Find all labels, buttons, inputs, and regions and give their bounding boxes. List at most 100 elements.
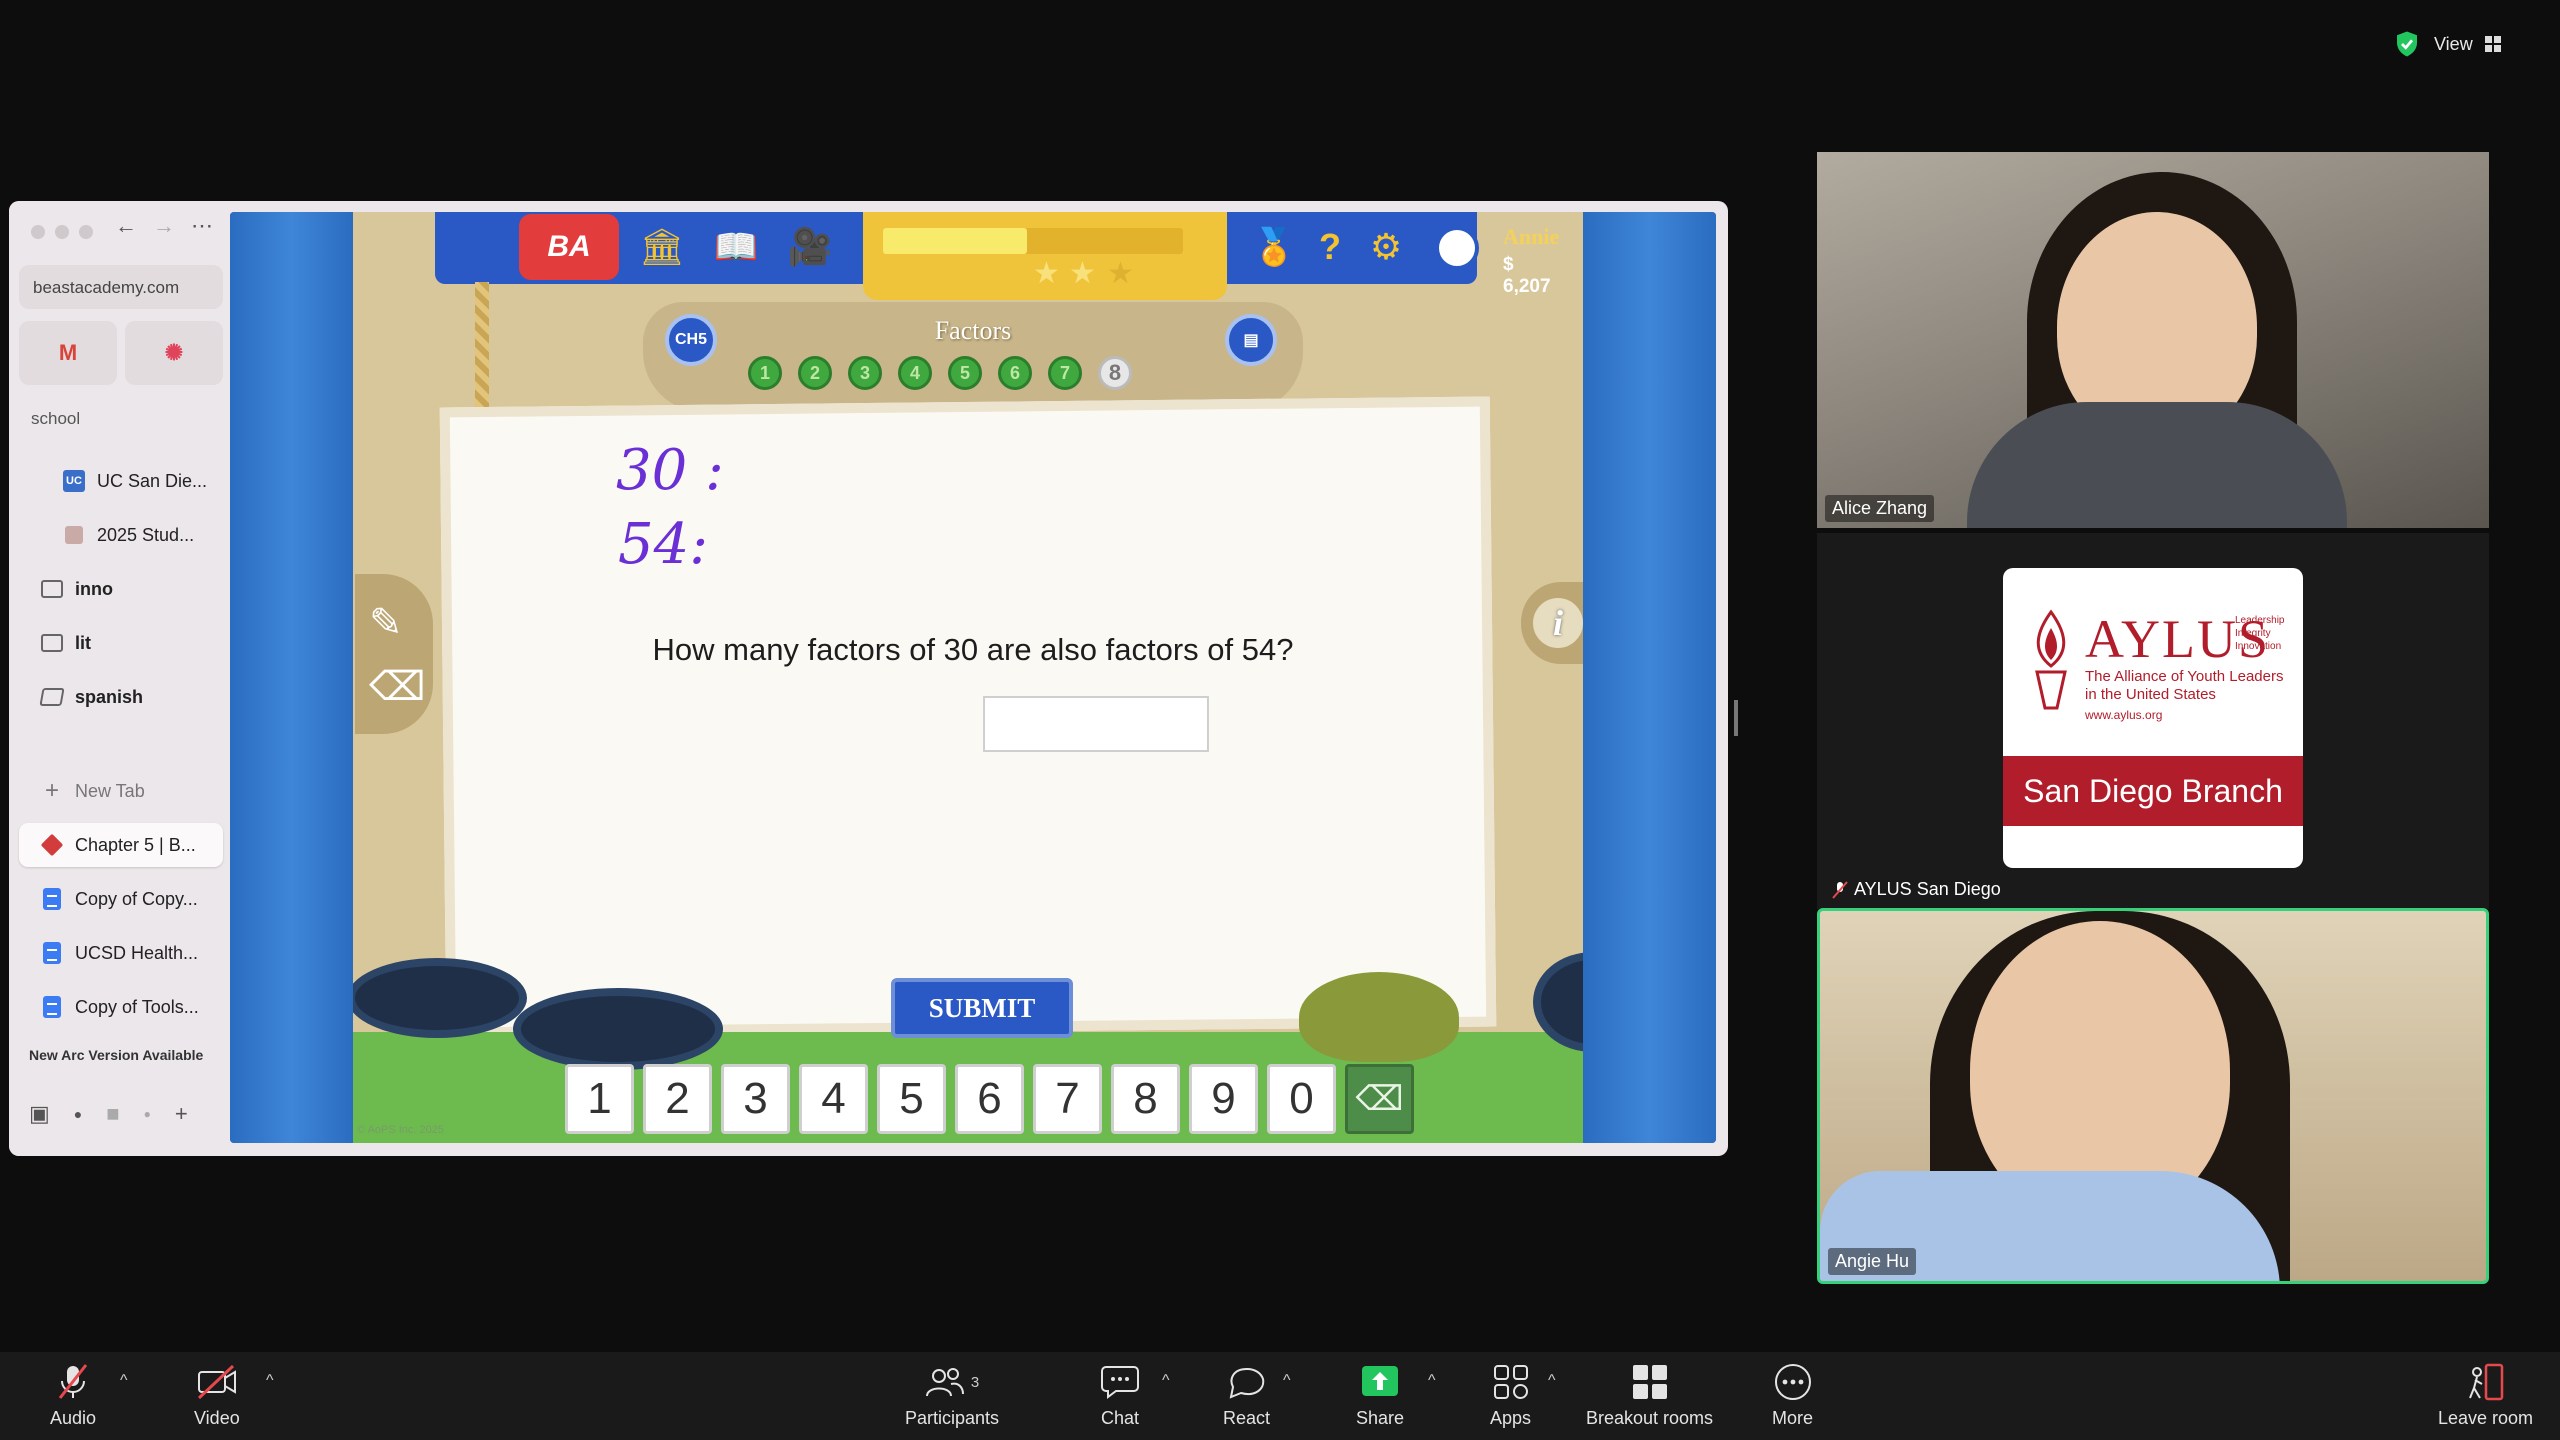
- keypad-key[interactable]: 3: [721, 1064, 790, 1134]
- keypad-key[interactable]: 7: [1033, 1064, 1102, 1134]
- tire-decoration: [513, 988, 723, 1070]
- eraser-icon[interactable]: ⌫: [369, 664, 426, 710]
- number-keypad: 1 2 3 4 5 6 7 8 9 0 ⌫: [565, 1064, 1414, 1134]
- chat-bubble-icon: [1100, 1362, 1140, 1402]
- keypad-key[interactable]: 8: [1111, 1064, 1180, 1134]
- user-name[interactable]: Annie: [1503, 224, 1559, 250]
- folder-inno[interactable]: inno: [19, 567, 223, 611]
- level-dot[interactable]: 5: [948, 356, 982, 390]
- grid-icon: [2484, 36, 2501, 52]
- window-minimize-dot[interactable]: [55, 225, 69, 239]
- keypad-key[interactable]: 2: [643, 1064, 712, 1134]
- video-camera-icon[interactable]: 🎥: [788, 226, 833, 268]
- level-dot[interactable]: 7: [1048, 356, 1082, 390]
- keypad-key[interactable]: 4: [799, 1064, 868, 1134]
- pinned-app-tab[interactable]: ✺: [125, 321, 223, 385]
- folder-lit[interactable]: lit: [19, 621, 223, 665]
- plus-icon: +: [44, 777, 59, 804]
- participants-button[interactable]: 3 Participants: [905, 1362, 999, 1429]
- video-tile-angie[interactable]: Angie Hu: [1817, 908, 2489, 1284]
- lesson-plaque: CH5 Factors 12345678 ▤: [643, 302, 1303, 412]
- level-dot[interactable]: 6: [998, 356, 1032, 390]
- breakout-rooms-button[interactable]: Breakout rooms: [1586, 1362, 1713, 1429]
- more-dots-icon[interactable]: ⋯: [191, 213, 213, 239]
- heart-bubble-icon: [1227, 1362, 1267, 1402]
- submit-button[interactable]: SUBMIT: [891, 978, 1073, 1038]
- participant-name-row: AYLUS San Diego: [1825, 876, 2008, 903]
- google-docs-icon: [41, 888, 63, 910]
- keypad-key[interactable]: 9: [1189, 1064, 1258, 1134]
- keypad-key[interactable]: 6: [955, 1064, 1024, 1134]
- level-dot[interactable]: 1: [748, 356, 782, 390]
- keypad-key[interactable]: 5: [877, 1064, 946, 1134]
- tab-uc-san-diego[interactable]: UC UC San Die...: [19, 459, 223, 503]
- space-folder-icon[interactable]: ■: [106, 1101, 119, 1127]
- chat-caret-icon[interactable]: ^: [1162, 1372, 1170, 1390]
- new-tab-button[interactable]: + New Tab: [19, 769, 223, 813]
- tab-chapter-5[interactable]: Chapter 5 | B...: [19, 823, 223, 867]
- video-tile-aylus[interactable]: AYLUS Leadership Integrity Innovation Th…: [1817, 533, 2489, 909]
- tab-2025-stud[interactable]: 2025 Stud...: [19, 513, 223, 557]
- more-dots-icon: [1773, 1362, 1813, 1402]
- react-caret-icon[interactable]: ^: [1283, 1372, 1291, 1390]
- gmail-pinned-tab[interactable]: M: [19, 321, 117, 385]
- ba-logo-button[interactable]: BA: [519, 214, 619, 280]
- tab-copy-of-copy[interactable]: Copy of Copy...: [19, 877, 223, 921]
- home-bank-icon[interactable]: 🏛: [639, 226, 685, 268]
- chat-button[interactable]: Chat: [1100, 1362, 1140, 1429]
- view-label: View: [2434, 33, 2473, 54]
- share-caret-icon[interactable]: ^: [1428, 1372, 1436, 1390]
- video-button[interactable]: Video: [194, 1362, 240, 1429]
- aylus-url: www.aylus.org: [2085, 708, 2163, 722]
- share-button[interactable]: Share: [1356, 1362, 1404, 1429]
- forward-arrow-icon[interactable]: →: [153, 213, 175, 239]
- archive-icon[interactable]: ▣: [29, 1101, 50, 1127]
- audio-caret-icon[interactable]: ^: [120, 1372, 128, 1390]
- back-arrow-icon[interactable]: ←: [115, 213, 137, 239]
- update-notice[interactable]: New Arc Version Available: [29, 1047, 203, 1063]
- leave-room-button[interactable]: Leave room: [2438, 1362, 2533, 1429]
- uc-favicon-icon: UC: [63, 470, 85, 492]
- level-dot[interactable]: 4: [898, 356, 932, 390]
- level-dot[interactable]: 8: [1098, 356, 1132, 390]
- keypad-key[interactable]: 1: [565, 1064, 634, 1134]
- info-button[interactable]: i: [1533, 598, 1583, 648]
- level-indicator: 12345678: [748, 356, 1132, 390]
- tab-ucsd-health[interactable]: UCSD Health...: [19, 931, 223, 975]
- level-dot[interactable]: 2: [798, 356, 832, 390]
- help-icon[interactable]: ?: [1309, 226, 1351, 268]
- video-caret-icon[interactable]: ^: [266, 1372, 274, 1390]
- avatar[interactable]: [1435, 226, 1479, 270]
- apps-caret-icon[interactable]: ^: [1548, 1372, 1556, 1390]
- answer-input[interactable]: [983, 696, 1209, 752]
- right-curtain: [1583, 212, 1716, 1143]
- meeting-toolbar: Audio ^ Video ^ 3 Participants Chat ^ Re…: [0, 1352, 2560, 1440]
- backspace-key[interactable]: ⌫: [1345, 1064, 1414, 1134]
- resize-handle[interactable]: [1734, 700, 1738, 736]
- scratch-note-54: 54:: [618, 512, 709, 577]
- url-bar[interactable]: beastacademy.com: [19, 265, 223, 309]
- audio-button[interactable]: Audio: [50, 1362, 96, 1429]
- apps-button[interactable]: Apps: [1490, 1362, 1531, 1429]
- people-icon: 3: [925, 1362, 979, 1402]
- more-button[interactable]: More: [1772, 1362, 1813, 1429]
- participant-name: AYLUS San Diego: [1854, 879, 2001, 899]
- tab-copy-of-tools[interactable]: Copy of Tools...: [19, 985, 223, 1029]
- video-tile-alice[interactable]: Alice Zhang: [1817, 152, 2489, 528]
- guide-book-icon[interactable]: ▤: [1225, 314, 1277, 366]
- award-icon[interactable]: 🏅: [1252, 226, 1297, 268]
- folder-spanish[interactable]: spanish: [19, 675, 223, 719]
- react-button[interactable]: React: [1223, 1362, 1270, 1429]
- star-icon: ★: [1069, 257, 1096, 290]
- view-button[interactable]: View: [2392, 26, 2501, 62]
- settings-gear-icon[interactable]: ⚙: [1365, 226, 1407, 268]
- aylus-branch-banner: San Diego Branch: [2003, 756, 2303, 826]
- keypad-key[interactable]: 0: [1267, 1064, 1336, 1134]
- add-space-icon[interactable]: +: [175, 1101, 188, 1127]
- window-close-dot[interactable]: [31, 225, 45, 239]
- window-zoom-dot[interactable]: [79, 225, 93, 239]
- book-icon[interactable]: 📖: [714, 226, 759, 268]
- space-dot-icon[interactable]: ●: [74, 1106, 82, 1122]
- level-dot[interactable]: 3: [848, 356, 882, 390]
- space-dot-icon[interactable]: ●: [144, 1107, 151, 1121]
